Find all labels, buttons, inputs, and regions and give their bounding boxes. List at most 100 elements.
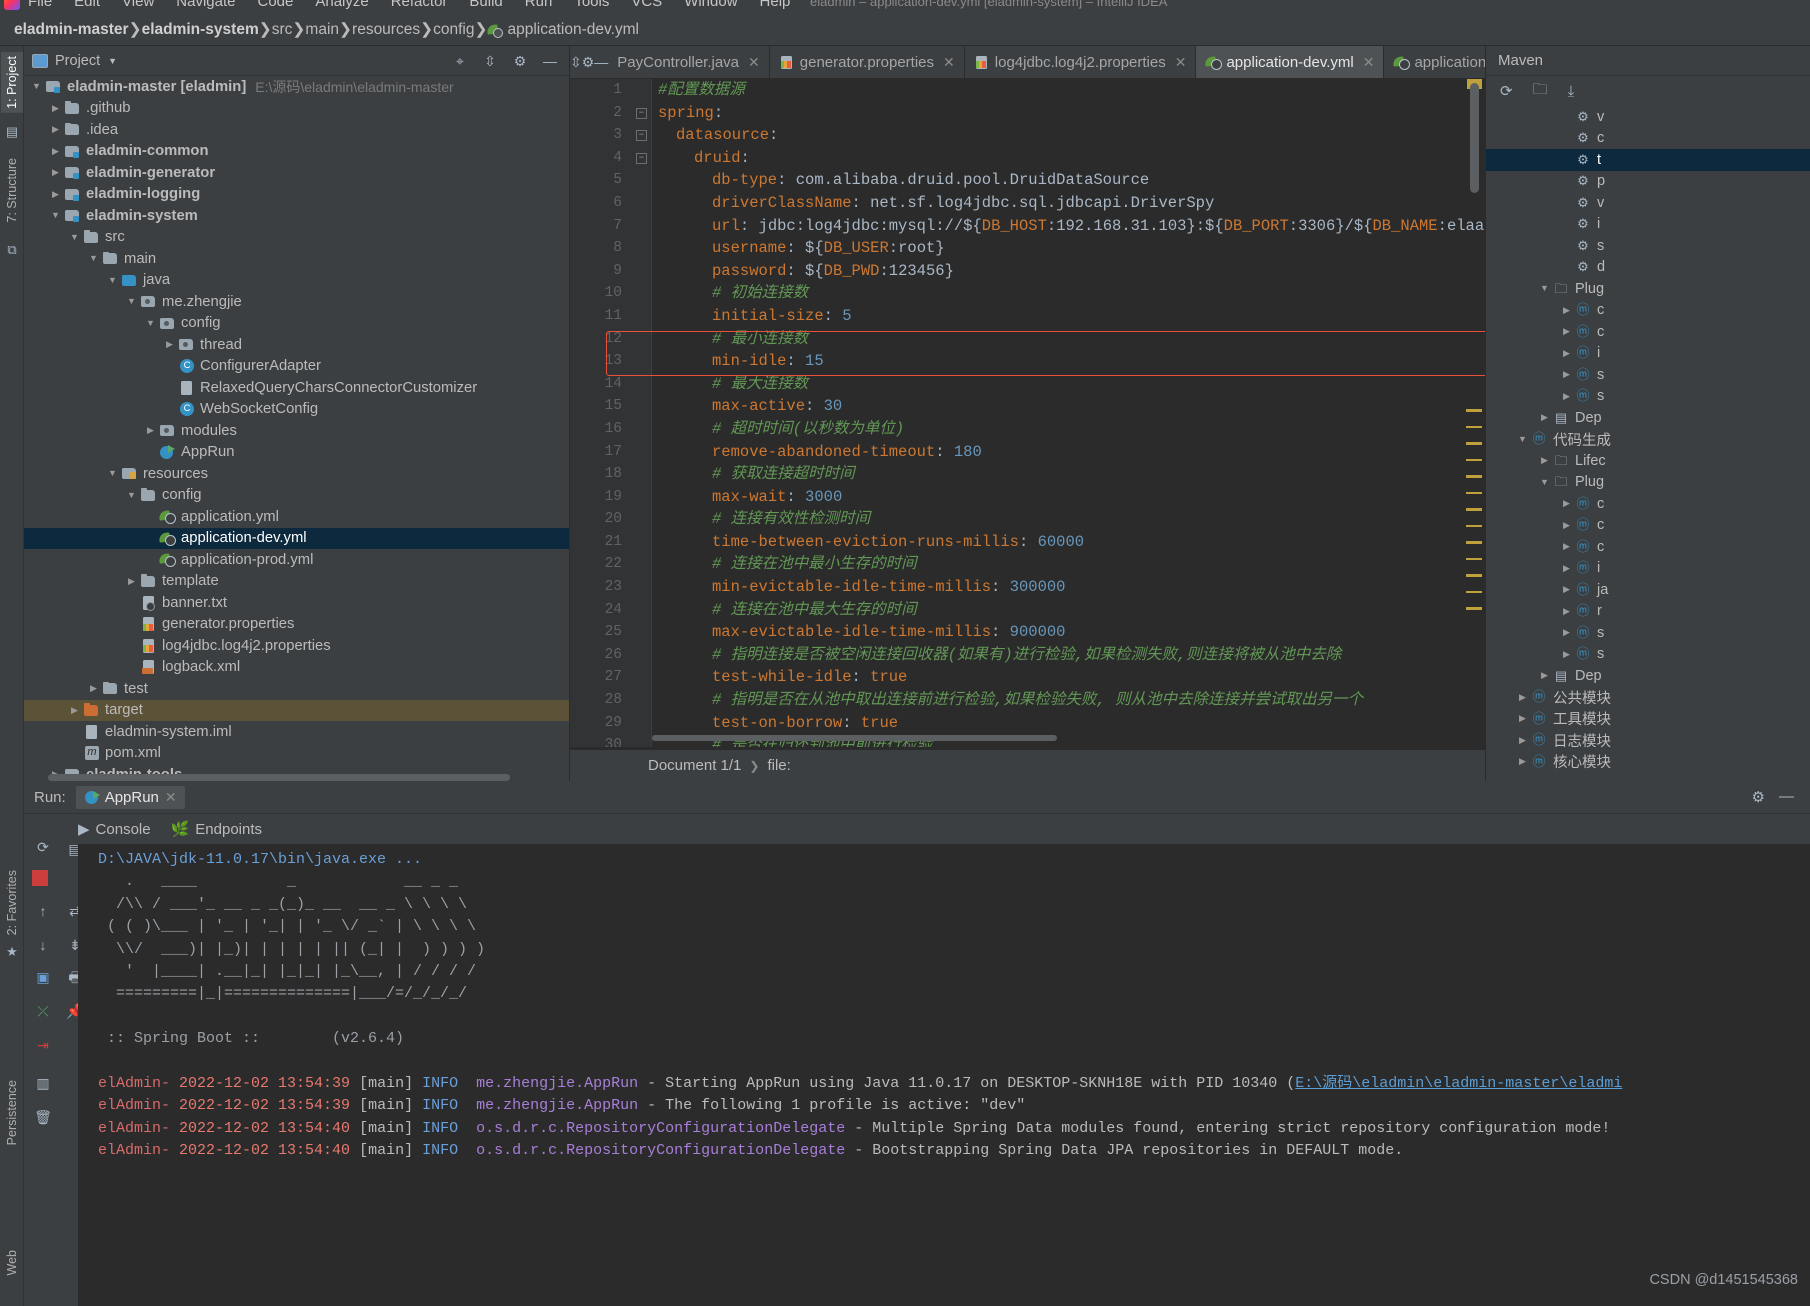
tree-row[interactable]: pom.xml xyxy=(24,743,569,765)
project-tree[interactable]: eladmin-master [eladmin] E:\源码\eladmin\el… xyxy=(24,76,569,781)
sidebar-item-structure[interactable]: 7: Structure xyxy=(1,154,23,227)
chevron-down-icon[interactable] xyxy=(87,252,100,265)
chevron-right-icon[interactable] xyxy=(49,166,62,179)
chevron-right-icon[interactable] xyxy=(1560,347,1573,360)
maven-tree-row[interactable]: 🗀 Lifec xyxy=(1486,450,1810,472)
chevron-down-icon[interactable] xyxy=(125,489,138,502)
tree-row[interactable]: me.zhengjie xyxy=(24,291,569,313)
maven-tree-row[interactable]: ▤ Dep xyxy=(1486,407,1810,429)
maven-tree-row[interactable]: ⓜc xyxy=(1486,536,1810,558)
tree-row[interactable]: modules xyxy=(24,420,569,442)
menu-item-vcs[interactable]: VCS xyxy=(631,0,662,10)
run-config-tab[interactable]: AppRun ✕ xyxy=(75,785,185,809)
chevron-right-icon[interactable] xyxy=(1560,368,1573,381)
tree-row[interactable]: WebSocketConfig xyxy=(24,399,569,421)
maven-tree-row[interactable]: ⚙ t xyxy=(1486,149,1810,171)
tree-row[interactable]: src xyxy=(24,227,569,249)
reload-icon[interactable]: ⟳ xyxy=(1500,82,1513,100)
tree-row[interactable]: .github xyxy=(24,98,569,120)
maven-tree-row[interactable]: ⓜ 工具模块 xyxy=(1486,708,1810,730)
maven-tree-row[interactable]: ⓜr xyxy=(1486,601,1810,623)
tree-row[interactable]: config xyxy=(24,485,569,507)
chevron-right-icon[interactable] xyxy=(1560,648,1573,661)
project-horizontal-scrollbar[interactable] xyxy=(48,774,510,781)
chevron-right-icon[interactable] xyxy=(1516,734,1529,747)
chevron-right-icon[interactable] xyxy=(144,424,157,437)
chevron-right-icon[interactable] xyxy=(49,102,62,115)
chevron-right-icon[interactable] xyxy=(1560,325,1573,338)
breadcrumb[interactable]: eladmin-master ❯ eladmin-system ❯ src ❯ main ❯ r… xyxy=(0,14,1810,46)
tree-row[interactable]: logback.xml xyxy=(24,657,569,679)
chevron-right-icon[interactable] xyxy=(1560,562,1573,575)
menu-item-file[interactable]: File xyxy=(28,0,52,10)
close-icon[interactable]: ✕ xyxy=(165,789,177,806)
code-line[interactable]: 11 initial-size: 5 xyxy=(570,305,1485,328)
editor-tab-generator-properties[interactable]: generator.properties ✕ xyxy=(770,46,965,78)
chevron-down-icon[interactable] xyxy=(144,317,157,330)
add-maven-project-icon[interactable]: 🗀 xyxy=(1533,79,1548,104)
chevron-right-icon[interactable] xyxy=(49,123,62,136)
code-line[interactable]: 22 # 连接在池中最小生存的时间 xyxy=(570,553,1485,576)
hide-icon[interactable]: — xyxy=(541,52,559,70)
breadcrumb-item-src[interactable]: src xyxy=(272,21,293,39)
code-line[interactable]: 14 # 最大连接数 xyxy=(570,373,1485,396)
tree-row[interactable]: log4jdbc.log4j2.properties xyxy=(24,635,569,657)
sidebar-item-persistence[interactable]: Persistence xyxy=(1,1076,23,1149)
chevron-right-icon[interactable] xyxy=(1560,626,1573,639)
menu-item-run[interactable]: Run xyxy=(525,0,553,10)
chevron-right-icon[interactable] xyxy=(1538,411,1551,424)
tree-row[interactable]: AppRun xyxy=(24,442,569,464)
maven-tree-row[interactable]: ⚙ i xyxy=(1486,214,1810,236)
menu-items[interactable]: File Edit View Navigate Code Analyze Refactor B… xyxy=(28,0,812,10)
code-line[interactable]: 25 max-evictable-idle-time-millis: 900000 xyxy=(570,621,1485,644)
chevron-down-icon[interactable] xyxy=(68,231,81,244)
code-line[interactable]: 10 # 初始连接数 xyxy=(570,282,1485,305)
maven-tree-row[interactable]: 🗀 Plug xyxy=(1486,472,1810,494)
maven-tree-row[interactable]: ▤ Dep xyxy=(1486,665,1810,687)
collapse-icon[interactable]: ⇳ xyxy=(570,46,582,78)
code-lines[interactable]: 1 #配置数据源 2− spring: 3− datasource: 4− druid: 5 db… xyxy=(570,79,1485,747)
maven-tree-row[interactable]: ⓜ 日志模块 xyxy=(1486,730,1810,752)
chevron-right-icon[interactable] xyxy=(1560,583,1573,596)
code-line[interactable]: 9 password: ${DB_PWD:123456} xyxy=(570,260,1485,283)
chevron-right-icon[interactable] xyxy=(1538,669,1551,682)
chevron-right-icon[interactable] xyxy=(68,704,81,717)
collapse-all-icon[interactable]: ⇳ xyxy=(481,52,499,70)
maven-tree-row[interactable]: ⚙ s xyxy=(1486,235,1810,257)
tree-row[interactable]: config xyxy=(24,313,569,335)
tree-row[interactable]: .idea xyxy=(24,119,569,141)
chevron-down-icon[interactable] xyxy=(1516,433,1529,446)
code-line[interactable]: 15 max-active: 30 xyxy=(570,395,1485,418)
menu-item-tools[interactable]: Tools xyxy=(574,0,609,10)
menu-item-analyze[interactable]: Analyze xyxy=(315,0,368,10)
editor-tab-application-yml[interactable]: application.yml✕ xyxy=(1384,46,1485,78)
tree-row[interactable]: test xyxy=(24,678,569,700)
code-line[interactable]: 8 username: ${DB_USER:root} xyxy=(570,237,1485,260)
gear-icon[interactable]: ⚙ xyxy=(511,52,529,70)
tree-row[interactable]: target xyxy=(24,699,569,721)
gear-icon[interactable]: ⚙ xyxy=(582,46,595,78)
maven-tree-row[interactable]: ⓜ 核心模块 xyxy=(1486,751,1810,773)
breadcrumb-item-resources[interactable]: resources xyxy=(352,21,420,39)
tab-endpoints[interactable]: 🌿 Endpoints xyxy=(171,820,262,839)
close-icon[interactable]: ✕ xyxy=(748,54,760,71)
tree-row[interactable]: java xyxy=(24,270,569,292)
menu-item-refactor[interactable]: Refactor xyxy=(391,0,448,10)
close-icon[interactable]: ✕ xyxy=(1175,54,1187,71)
editor-tab-application-dev-yml[interactable]: application-dev.yml ✕ xyxy=(1196,46,1385,78)
chevron-right-icon[interactable] xyxy=(1560,605,1573,618)
code-line[interactable]: 6 driverClassName: net.sf.log4jdbc.sql.jd… xyxy=(570,192,1485,215)
breadcrumb-item-eladmin-system[interactable]: eladmin-system xyxy=(142,21,259,39)
code-line[interactable]: 2 − spring: xyxy=(570,102,1485,125)
code-line[interactable]: 28 # 指明是否在从池中取出连接前进行检验,如果检验失败, 则从池中去除连接并尝… xyxy=(570,689,1485,712)
breadcrumb-item-eladmin-master[interactable]: eladmin-master xyxy=(14,21,129,39)
tree-row[interactable]: eladmin-generator xyxy=(24,162,569,184)
code-line[interactable]: 20 # 连接有效性检测时间 xyxy=(570,508,1485,531)
code-line[interactable]: 1 #配置数据源 xyxy=(570,79,1485,102)
tree-row[interactable]: generator.properties xyxy=(24,614,569,636)
tree-row[interactable]: banner.txt xyxy=(24,592,569,614)
code-line[interactable]: 29 test-on-borrow: true xyxy=(570,712,1485,735)
tree-row[interactable]: eladmin-master [eladmin] E:\源码\eladmin\el… xyxy=(24,76,569,98)
breadcrumb-item-main[interactable]: main xyxy=(305,21,339,39)
chevron-right-icon[interactable] xyxy=(1516,755,1529,768)
